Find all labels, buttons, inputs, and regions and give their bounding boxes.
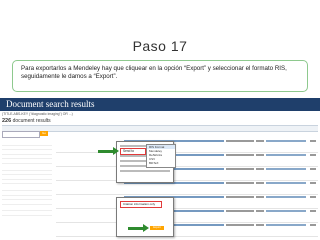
facet-row[interactable] — [2, 200, 52, 205]
result-cites — [310, 168, 316, 170]
results-table — [56, 139, 318, 239]
facet-row[interactable] — [2, 180, 52, 185]
citation-select[interactable]: Citation information only — [120, 201, 162, 208]
result-authors — [226, 154, 254, 156]
send-to-dropdown[interactable]: Send to — [120, 148, 146, 155]
result-year — [256, 140, 264, 142]
facet-row[interactable] — [2, 211, 52, 216]
arrow-icon — [128, 224, 149, 232]
result-authors — [226, 182, 254, 184]
table-row[interactable] — [56, 181, 318, 195]
search-query: (TITLE-ABS-KEY ("diagnostic imaging") OR… — [2, 112, 73, 116]
arrow-icon — [98, 147, 119, 155]
instruction-callout: Para exportarlos a Mendeley hay que cliq… — [12, 60, 308, 92]
dialog-text-line — [120, 170, 170, 172]
export-button[interactable]: Export — [150, 226, 164, 230]
scopus-screenshot: Document search results (TITLE-ABS-KEY (… — [0, 98, 320, 240]
result-source[interactable] — [266, 154, 306, 156]
result-cites — [310, 196, 316, 198]
result-cites — [310, 224, 316, 226]
search-within-input[interactable] — [2, 131, 40, 138]
table-row[interactable] — [56, 153, 318, 167]
result-year — [256, 182, 264, 184]
menu-item-bibtex[interactable]: BibTeX — [147, 161, 175, 165]
results-count: 226 document results — [2, 118, 51, 124]
table-row[interactable] — [56, 209, 318, 223]
table-row[interactable] — [56, 195, 318, 209]
result-authors — [226, 140, 254, 142]
result-source[interactable] — [266, 224, 306, 226]
slide-title: Paso 17 — [132, 38, 188, 54]
results-header: Document search results — [0, 98, 320, 111]
docs-count: 226 — [2, 118, 12, 124]
table-row[interactable] — [56, 167, 318, 181]
table-row[interactable] — [56, 139, 318, 153]
result-source[interactable] — [266, 182, 306, 184]
go-button[interactable]: Go — [40, 131, 48, 136]
result-source[interactable] — [266, 168, 306, 170]
facet-row[interactable] — [2, 159, 52, 164]
result-year — [256, 168, 264, 170]
result-cites — [310, 154, 316, 156]
result-year — [256, 196, 264, 198]
result-cites — [310, 210, 316, 212]
result-cites — [310, 140, 316, 142]
result-source[interactable] — [266, 196, 306, 198]
result-year — [256, 210, 264, 212]
result-cites — [310, 182, 316, 184]
result-source[interactable] — [266, 210, 306, 212]
docs-label: document results — [12, 118, 51, 124]
result-authors — [226, 196, 254, 198]
result-authors — [226, 168, 254, 170]
result-year — [256, 154, 264, 156]
results-toolbar — [2, 125, 318, 132]
result-authors — [226, 210, 254, 212]
refine-sidebar — [2, 139, 52, 239]
result-source[interactable] — [266, 140, 306, 142]
result-authors — [226, 224, 254, 226]
format-menu: RIS Format Mendeley RefWorks CSV BibTeX — [146, 144, 176, 168]
result-year — [256, 224, 264, 226]
table-row[interactable] — [56, 223, 318, 237]
